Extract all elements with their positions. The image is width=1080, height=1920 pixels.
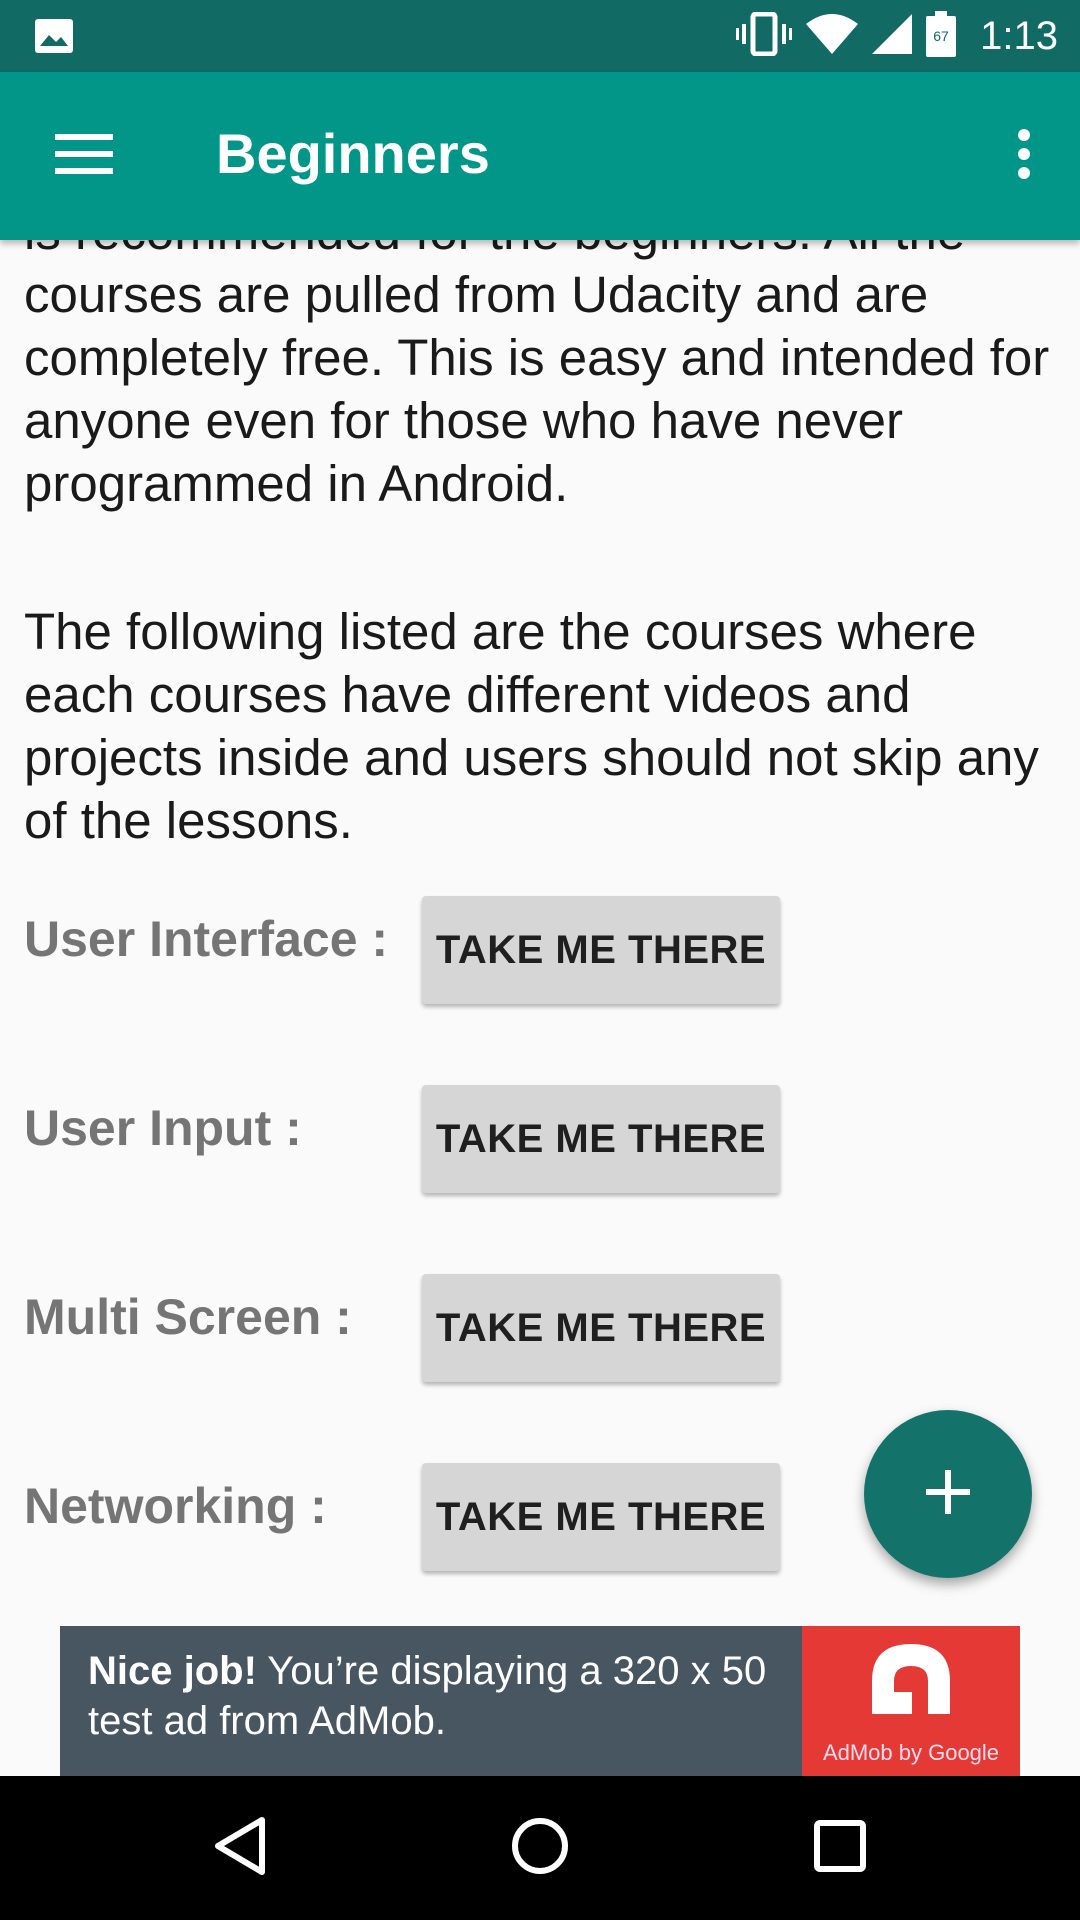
ad-text: Nice job! You’re displaying a 320 x 50 t… [88,1646,808,1746]
add-fab-button[interactable] [864,1410,1032,1578]
battery-icon: 67 [926,10,957,62]
course-row-user-input: User Input : TAKE ME THERE [0,1085,1080,1195]
plus-icon [924,1468,972,1521]
image-icon [34,18,74,54]
recents-icon [814,1819,866,1877]
home-button[interactable] [500,1808,580,1888]
svg-text:67: 67 [933,28,949,44]
status-icons: 67 1:13 [736,10,1058,62]
course-row-multi-screen: Multi Screen : TAKE ME THERE [0,1274,1080,1384]
menu-icon [55,133,113,179]
courses-paragraph: The following listed are the courses whe… [24,603,1039,849]
intro-paragraph: is recommended for the beginners. All th… [24,240,1050,512]
take-me-there-button[interactable]: TAKE ME THERE [422,896,780,1004]
course-label: Multi Screen : [24,1289,352,1345]
course-label: User Interface : [24,911,389,967]
page-title: Beginners [216,122,490,185]
vibrate-icon [736,11,793,61]
take-me-there-button[interactable]: TAKE ME THERE [422,1085,780,1193]
signal-icon [872,13,913,59]
ad-banner[interactable]: Nice job! You’re displaying a 320 x 50 t… [60,1626,1020,1776]
wifi-icon [806,13,859,59]
status-bar: 67 1:13 [0,0,1080,72]
admob-logo: AdMob by Google [802,1626,1020,1776]
admob-caption: AdMob by Google [822,1740,1000,1765]
clock: 1:13 [980,13,1058,58]
recents-button[interactable] [800,1808,880,1888]
navigation-bar [0,1776,1080,1920]
take-me-there-button[interactable]: TAKE ME THERE [422,1274,780,1382]
menu-button[interactable] [36,108,132,204]
home-icon [510,1816,570,1881]
ad-bold-text: Nice job! [88,1649,257,1693]
back-button[interactable] [200,1808,280,1888]
more-vert-icon [1016,128,1032,184]
overflow-menu-button[interactable] [988,108,1060,204]
course-label: User Input : [24,1100,302,1156]
take-me-there-button[interactable]: TAKE ME THERE [422,1463,780,1571]
course-row-user-interface: User Interface : TAKE ME THERE [0,896,1080,1006]
app-bar: Beginners [0,72,1080,240]
course-label: Networking : [24,1478,327,1534]
back-icon [212,1816,268,1881]
